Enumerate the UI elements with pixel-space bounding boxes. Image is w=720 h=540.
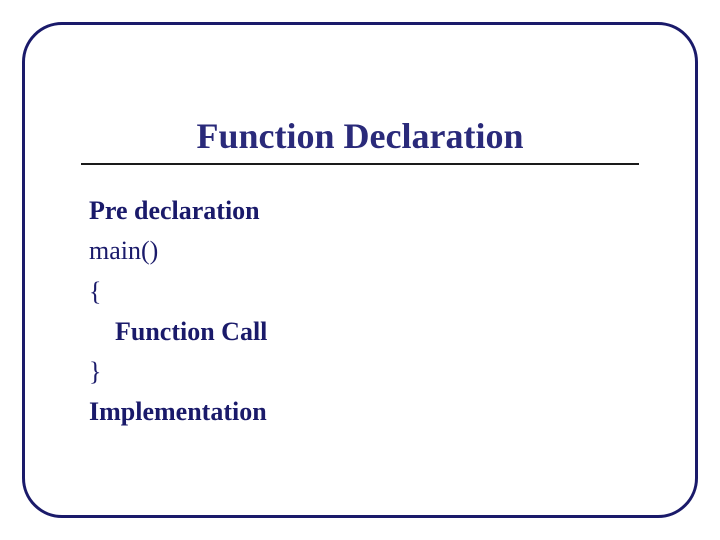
line-implementation: Implementation — [89, 392, 631, 432]
line-open-brace: { — [89, 272, 631, 312]
line-function-call: Function Call — [89, 312, 631, 352]
slide-frame: Function Declaration Pre declaration mai… — [22, 22, 698, 518]
line-close-brace: } — [89, 352, 631, 392]
title-block: Function Declaration — [25, 115, 695, 157]
page-title: Function Declaration — [197, 115, 524, 157]
title-underline — [81, 163, 639, 165]
line-pre-declaration: Pre declaration — [89, 191, 631, 231]
line-main: main() — [89, 231, 631, 271]
content-block: Pre declaration main() { Function Call }… — [89, 191, 631, 433]
